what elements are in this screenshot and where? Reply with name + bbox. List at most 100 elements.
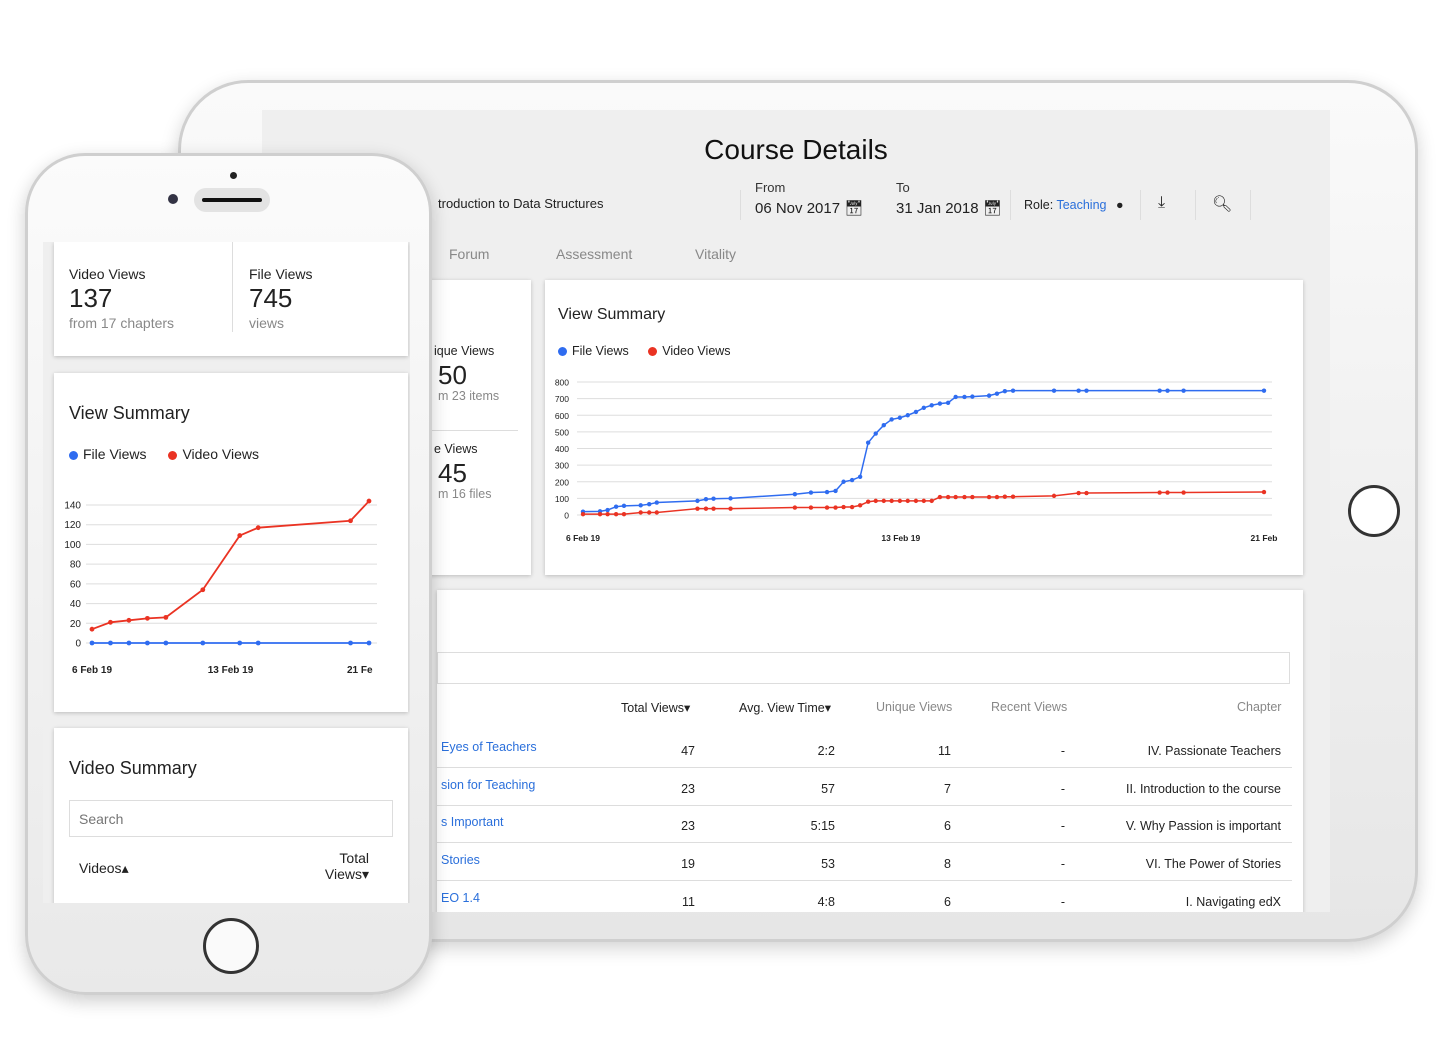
data-point xyxy=(1010,494,1016,499)
cell-unique: 7 xyxy=(944,781,951,796)
data-point xyxy=(1165,388,1170,393)
cell-total: 23 xyxy=(681,819,695,834)
y-tick-label: 200 xyxy=(555,477,569,487)
col-unique-views[interactable]: Unique Views xyxy=(876,700,952,714)
from-label: From xyxy=(755,180,786,195)
cell-total: 47 xyxy=(681,744,695,758)
y-tick-label: 40 xyxy=(70,599,82,610)
stat-sub: m 23 items xyxy=(438,389,500,403)
cell-name[interactable]: sion for Teaching xyxy=(441,778,535,792)
to-label: To xyxy=(896,180,910,195)
cell-name[interactable]: Stories xyxy=(441,853,480,867)
data-point xyxy=(366,498,372,504)
y-tick-label: 80 xyxy=(70,560,82,571)
data-point xyxy=(921,498,927,504)
data-point xyxy=(986,393,992,398)
col-recent-views[interactable]: Recent Views xyxy=(991,700,1067,714)
data-point xyxy=(865,440,871,445)
cell-avg: 53 xyxy=(821,857,835,872)
data-point xyxy=(849,504,855,510)
col-total-views[interactable]: Total Views▾ xyxy=(319,850,369,883)
table-row: EO 1.4 11 4:8 6 - I. Navigating edX xyxy=(437,881,1292,912)
data-point xyxy=(905,498,910,504)
series-line-video-views xyxy=(91,500,370,631)
data-point xyxy=(1084,388,1089,393)
cell-name[interactable]: s Important xyxy=(441,815,504,829)
role-value[interactable]: Teaching xyxy=(1056,198,1106,212)
table-row: s Important 23 5:15 6 - V. Why Passion is imp… xyxy=(437,805,1292,844)
y-tick-label: 100 xyxy=(555,494,569,504)
data-point xyxy=(865,499,871,504)
x-tick-label: 13 Feb 19 xyxy=(208,665,254,676)
cell-chapter: V. Why Passion is important xyxy=(1125,819,1281,834)
view-summary-card: View Summary File Views Video Views 0 100… xyxy=(545,280,1303,575)
data-point xyxy=(792,505,798,510)
table-search-input[interactable] xyxy=(437,652,1290,684)
phone-sensor xyxy=(230,172,237,179)
download-icon[interactable]: ⤓ xyxy=(1158,194,1165,212)
col-total-views[interactable]: Total Views▾ xyxy=(621,700,690,715)
tablet-home-button[interactable] xyxy=(1348,485,1400,537)
stat-sub: views xyxy=(249,315,285,331)
role-selector[interactable]: Role: Teaching ● xyxy=(1024,198,1124,212)
to-value: 31 Jan 2018 xyxy=(896,200,979,217)
table-row: Stories 19 53 8 - VI. The Power of Stories xyxy=(437,843,1292,882)
data-point xyxy=(905,413,910,418)
calendar-icon[interactable]: 📅︎ xyxy=(983,200,1002,217)
stat-label: e Views xyxy=(434,442,478,456)
data-point xyxy=(89,626,95,632)
calendar-icon[interactable]: 📅︎ xyxy=(844,200,863,217)
data-point xyxy=(703,506,709,511)
cell-avg: 5:15 xyxy=(810,819,835,834)
to-date-picker[interactable]: To 31 Jan 2018 📅︎ xyxy=(896,180,1002,217)
data-point xyxy=(108,619,113,625)
cell-avg: 2:2 xyxy=(817,744,835,758)
y-tick-label: 120 xyxy=(64,520,81,531)
y-tick-label: 300 xyxy=(555,461,569,471)
data-point xyxy=(621,511,627,517)
x-tick-label: 6 Feb 19 xyxy=(566,533,600,543)
data-point xyxy=(833,488,838,494)
cell-name[interactable]: Eyes of Teachers xyxy=(441,740,537,754)
y-tick-label: 0 xyxy=(75,639,81,650)
data-point xyxy=(145,640,150,646)
data-point xyxy=(613,504,619,509)
data-point xyxy=(1084,490,1089,496)
search-input[interactable] xyxy=(69,800,393,837)
tab-forum[interactable]: Forum xyxy=(449,246,489,262)
page-title: Course Details xyxy=(704,134,888,165)
data-point xyxy=(638,503,643,508)
search-icon[interactable]: 🔍︎ xyxy=(1212,194,1232,214)
col-avg-view-time[interactable]: Avg. View Time▾ xyxy=(739,700,831,715)
phone-camera xyxy=(168,194,178,204)
cell-unique: 8 xyxy=(944,857,951,872)
data-point xyxy=(849,477,855,483)
data-point xyxy=(605,511,610,517)
data-point xyxy=(889,498,894,504)
col-chapter[interactable]: Chapter xyxy=(1237,700,1281,714)
data-point xyxy=(1010,388,1016,393)
stat-value: 137 xyxy=(69,283,113,313)
data-point xyxy=(937,494,943,500)
table-row: sion for Teaching 23 57 7 - II. Introduction … xyxy=(437,768,1292,806)
cell-chapter: IV. Passionate Teachers xyxy=(1147,744,1281,758)
cell-total: 23 xyxy=(681,781,695,796)
y-tick-label: 600 xyxy=(555,411,569,421)
cell-name[interactable]: EO 1.4 xyxy=(441,891,480,905)
phone-home-button[interactable] xyxy=(203,918,259,974)
tab-vitality[interactable]: Vitality xyxy=(695,246,736,262)
video-summary-card: Video Summary Videos▴ TotalViews▾ xyxy=(54,728,408,903)
col-videos[interactable]: Videos▴ xyxy=(79,860,129,877)
data-point xyxy=(1261,489,1267,495)
y-tick-label: 100 xyxy=(64,540,81,551)
from-date-picker[interactable]: From 06 Nov 2017 📅︎ xyxy=(755,180,863,217)
table-row: Eyes of Teachers 47 2:2 11 - IV. Passionate T… xyxy=(437,730,1292,768)
tab-assessment[interactable]: Assessment xyxy=(556,246,632,262)
phone-speaker xyxy=(194,188,270,212)
data-point xyxy=(824,489,830,495)
cell-chapter: II. Introduction to the course xyxy=(1126,781,1281,796)
cell-recent: - xyxy=(1060,894,1065,909)
y-tick-label: 0 xyxy=(564,511,569,521)
y-tick-label: 140 xyxy=(64,501,81,512)
cell-avg: 57 xyxy=(821,781,835,796)
